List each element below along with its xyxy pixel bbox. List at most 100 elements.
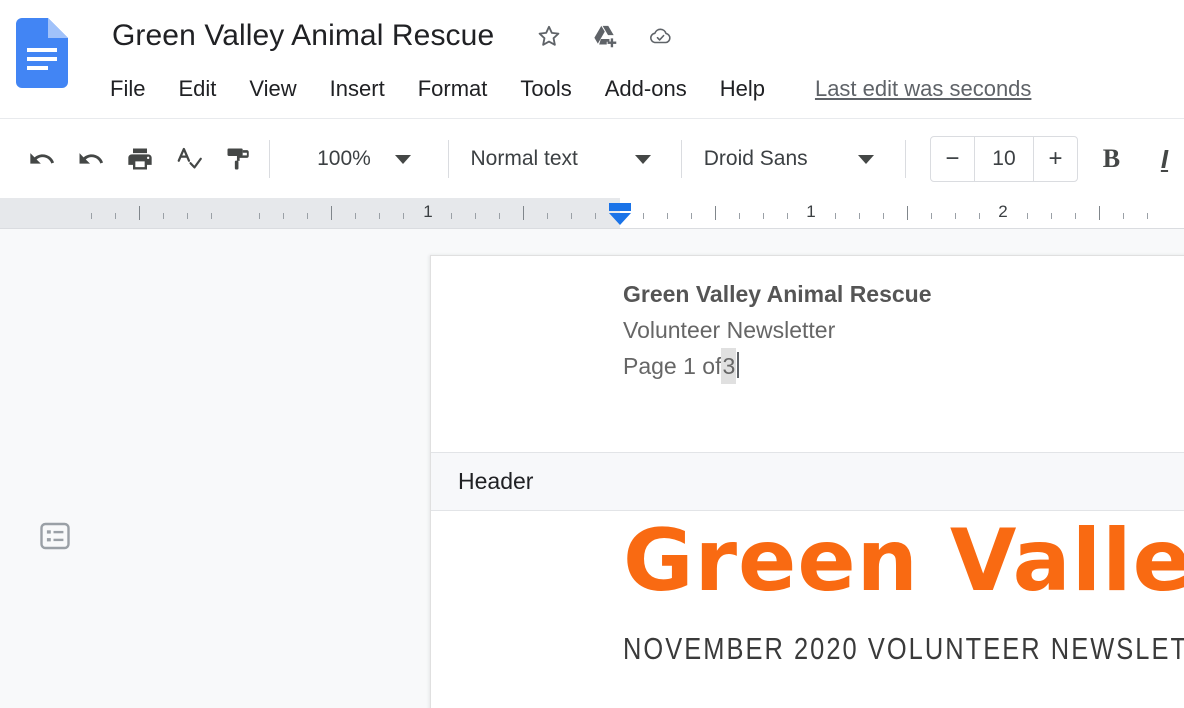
menu-item-addons[interactable]: Add-ons (605, 78, 687, 100)
ruler-tick (715, 206, 716, 220)
header-line-subtitle: Volunteer Newsletter (623, 317, 836, 343)
menu-item-help[interactable]: Help (720, 78, 765, 100)
ruler-number: 2 (998, 202, 1008, 221)
font-size-stepper: − 10 + (930, 136, 1078, 182)
chevron-down-icon (394, 154, 411, 164)
menu-item-file[interactable]: File (110, 78, 145, 100)
undo-icon[interactable] (22, 137, 61, 181)
menu-item-insert[interactable]: Insert (330, 78, 385, 100)
ruler-tick (379, 213, 380, 219)
toolbar-separator (905, 140, 907, 178)
toolbar: 100% Normal text Droid Sans − 10 + B I (0, 118, 1184, 199)
font-size-input[interactable]: 10 (973, 137, 1035, 181)
ruler-tick (355, 213, 356, 219)
chevron-down-icon (857, 154, 874, 164)
ruler-tick (403, 213, 404, 219)
print-icon[interactable] (120, 137, 159, 181)
header-line-org: Green Valley Animal Rescue (623, 281, 932, 307)
ruler-tick (307, 213, 308, 219)
page-prefix-text: Page 1 of (623, 353, 722, 379)
ruler-tick (475, 213, 476, 219)
menu-item-view[interactable]: View (249, 78, 296, 100)
ruler-tick (91, 213, 92, 219)
ruler-tick (955, 213, 956, 219)
text-cursor (737, 352, 740, 378)
ruler-number: 1 (806, 202, 816, 221)
ruler-tick (211, 213, 212, 219)
ruler-tick (499, 213, 500, 219)
ruler-tick (547, 213, 548, 219)
ruler-tick (523, 206, 524, 220)
font-size-decrease-button[interactable]: − (931, 137, 974, 181)
ruler-tick (787, 213, 788, 219)
menu-item-format[interactable]: Format (418, 78, 488, 100)
ruler-tick (643, 213, 644, 219)
ruler-tick (1027, 213, 1028, 219)
ruler-tick (763, 213, 764, 219)
ruler-tick (931, 213, 932, 219)
google-docs-icon[interactable] (16, 18, 68, 88)
font-family-dropdown[interactable]: Droid Sans (694, 137, 893, 181)
title-icon-group (536, 23, 674, 49)
ruler-tick (259, 213, 260, 219)
ruler-tick (163, 213, 164, 219)
ruler-tick (1099, 206, 1100, 220)
document-outline-icon[interactable] (36, 517, 74, 555)
toolbar-separator (680, 140, 682, 178)
header-section-label: Header (458, 468, 534, 494)
ruler-tick (283, 213, 284, 219)
font-family-value: Droid Sans (703, 147, 808, 170)
menu-item-edit[interactable]: Edit (178, 78, 216, 100)
menu-item-tools[interactable]: Tools (520, 78, 571, 100)
star-icon[interactable] (536, 23, 562, 49)
paragraph-style-dropdown[interactable]: Normal text (461, 137, 669, 181)
toolbar-separator (269, 140, 271, 178)
paint-format-icon[interactable] (218, 137, 257, 181)
chevron-down-icon (634, 154, 651, 164)
move-to-drive-icon[interactable] (592, 23, 618, 49)
document-title[interactable]: Green Valley Animal Rescue (112, 19, 494, 53)
ruler-tick (691, 213, 692, 219)
document-page[interactable]: Green Valley Animal Rescue Volunteer New… (430, 255, 1184, 708)
masthead-title: Green Valley (623, 511, 1184, 611)
header-line-page: Page 1 of 3 (623, 348, 1143, 384)
ruler-tick (835, 213, 836, 219)
spelling-check-icon[interactable] (169, 137, 208, 181)
page-count-field[interactable]: 3 (721, 348, 737, 384)
italic-button[interactable]: I (1145, 137, 1184, 181)
ruler-tick (1051, 213, 1052, 219)
menu-bar: File Edit View Insert Format Tools Add-o… (110, 70, 1031, 108)
bold-button[interactable]: B (1092, 137, 1131, 181)
toolbar-separator (447, 140, 449, 178)
redo-icon[interactable] (71, 137, 110, 181)
ruler-tick (451, 213, 452, 219)
ruler-tick (739, 213, 740, 219)
ruler-tick (595, 213, 596, 219)
ruler-tick (667, 213, 668, 219)
paragraph-style-value: Normal text (470, 147, 578, 170)
google-docs-window: Green Valley Animal Rescue File Edit Vie… (0, 0, 1184, 708)
ruler-tick (979, 213, 980, 219)
ruler-tick (139, 206, 140, 220)
ruler-tick (571, 213, 572, 219)
newsletter-masthead: Green Valley NOVEMBER 2020 VOLUNTEER NEW… (431, 509, 1184, 667)
cloud-saved-icon[interactable] (648, 23, 674, 49)
zoom-dropdown[interactable]: 100% (282, 137, 435, 181)
document-canvas: Green Valley Animal Rescue Volunteer New… (0, 229, 1184, 708)
title-bar: Green Valley Animal Rescue File Edit Vie… (0, 0, 1184, 118)
masthead-subtitle: NOVEMBER 2020 VOLUNTEER NEWSLETTER (623, 631, 1184, 666)
page-header-text[interactable]: Green Valley Animal Rescue Volunteer New… (623, 276, 1143, 384)
font-size-increase-button[interactable]: + (1034, 137, 1077, 181)
ruler-tick (1075, 213, 1076, 219)
ruler-tick (331, 206, 332, 220)
ruler-tick (883, 213, 884, 219)
ruler-tick (115, 213, 116, 219)
left-indent-marker[interactable] (607, 201, 633, 227)
ruler-tick (1147, 213, 1148, 219)
ruler-tick (1123, 213, 1124, 219)
title-row: Green Valley Animal Rescue (112, 14, 674, 58)
ruler[interactable]: 1 1 2 (0, 198, 1184, 229)
ruler-tick (187, 213, 188, 219)
last-edit-status[interactable]: Last edit was seconds (815, 76, 1031, 102)
ruler-number: 1 (423, 202, 433, 221)
